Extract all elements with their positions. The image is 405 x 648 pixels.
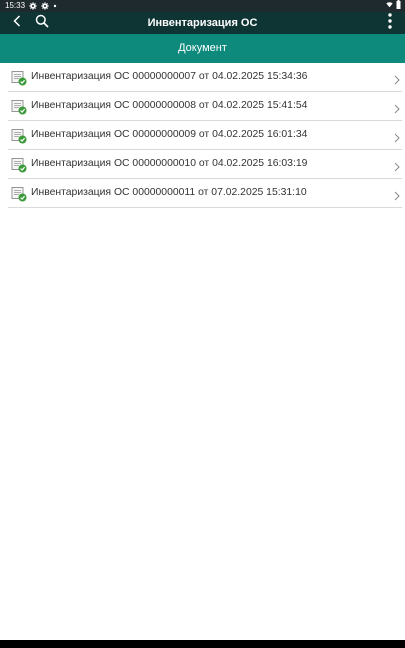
chevron-right-icon [394,188,400,201]
document-label: Инвентаризация ОС 00000000010 от 04.02.2… [31,158,308,169]
list-item[interactable]: Инвентаризация ОС 00000000009 от 04.02.2… [8,121,402,150]
chevron-right-icon [394,101,400,114]
status-time: 15:33 [5,1,26,10]
list-item[interactable]: Инвентаризация ОС 00000000008 от 04.02.2… [8,92,402,121]
document-label: Инвентаризация ОС 00000000011 от 07.02.2… [31,187,307,198]
wifi-icon [386,1,393,8]
search-icon [35,14,49,33]
gear-icon [29,2,37,10]
status-right [386,0,401,9]
page-title: Инвентаризация ОС [147,17,258,29]
chevron-right-icon [394,159,400,172]
document-list: Инвентаризация ОС 00000000007 от 04.02.2… [0,63,405,208]
document-check-icon [11,129,27,144]
overflow-menu-button[interactable] [383,12,397,34]
app-bar: Инвентаризация ОС [0,12,405,34]
document-check-icon [11,100,27,115]
chevron-right-icon [394,130,400,143]
more-vertical-icon [388,12,392,34]
list-item[interactable]: Инвентаризация ОС 00000000010 от 04.02.2… [8,150,402,179]
chevron-left-icon [13,14,21,32]
notification-dot-icon [53,4,57,8]
list-item[interactable]: Инвентаризация ОС 00000000011 от 07.02.2… [8,179,402,208]
system-navigation-bar [0,640,405,648]
status-bar: 15:33 [0,0,405,12]
document-check-icon [11,158,27,173]
document-label: Инвентаризация ОС 00000000009 от 04.02.2… [31,129,308,140]
document-check-icon [11,71,27,86]
chevron-right-icon [394,72,400,85]
status-left: 15:33 [5,0,57,12]
battery-icon [396,0,401,9]
document-label: Инвентаризация ОС 00000000008 от 04.02.2… [31,100,308,111]
list-item[interactable]: Инвентаризация ОС 00000000007 от 04.02.2… [8,63,402,92]
back-button[interactable] [8,12,26,34]
gear-icon [41,2,49,10]
search-button[interactable] [32,12,52,34]
document-label: Инвентаризация ОС 00000000007 от 04.02.2… [31,71,308,82]
document-check-icon [11,187,27,202]
section-header: Документ [0,34,405,63]
